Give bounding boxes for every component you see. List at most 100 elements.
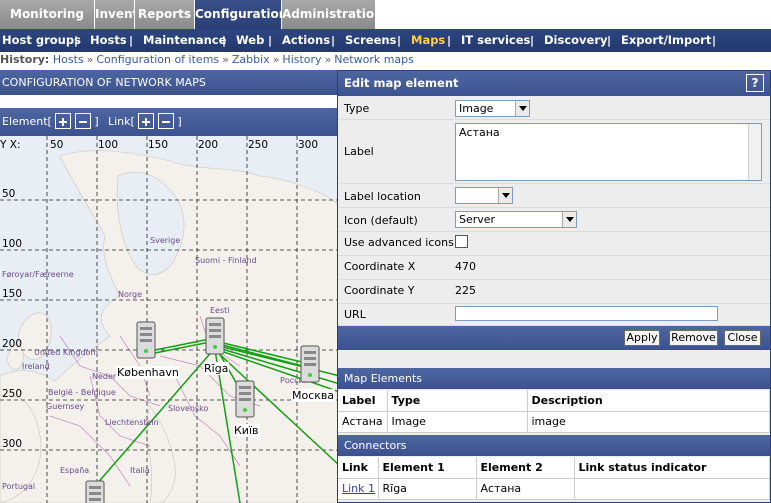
x-tick: 100: [98, 139, 119, 151]
label-location-row: Label location: [338, 184, 770, 208]
place-name: Norge: [118, 290, 143, 299]
menu-separator: |: [129, 34, 134, 47]
menu-discovery[interactable]: Discovery: [544, 29, 608, 52]
add-link-icon[interactable]: [138, 113, 155, 129]
icon-label: Icon (default): [344, 214, 418, 227]
menu-separator: |: [222, 34, 227, 47]
remove-button[interactable]: Remove: [669, 330, 718, 346]
menu-it-services[interactable]: IT services: [461, 29, 530, 52]
close-button[interactable]: Close: [724, 330, 761, 346]
label-textarea[interactable]: Астана: [455, 123, 762, 181]
menu-separator: |: [447, 34, 452, 47]
remove-link-icon[interactable]: [157, 113, 174, 129]
x-tick: 200: [198, 139, 219, 151]
table-cell: [574, 478, 770, 500]
tab-configuration[interactable]: Configuration: [195, 0, 287, 29]
type-label: Type: [344, 102, 370, 115]
menu-maintenance[interactable]: Maintenance: [143, 29, 226, 52]
dialog-button-bar: Apply Remove Close: [338, 326, 770, 350]
server-icon[interactable]: [83, 480, 107, 503]
server-icon[interactable]: [134, 321, 158, 359]
label-label: Label: [344, 145, 374, 158]
help-icon[interactable]: ?: [746, 74, 764, 92]
history-label: History:: [0, 53, 50, 66]
place-name: Eesti: [210, 306, 230, 315]
place-name: United Kingdom: [34, 348, 99, 357]
tab-administration[interactable]: Administration: [282, 0, 383, 29]
place-name: Italia: [130, 466, 150, 475]
server-icon[interactable]: [233, 380, 257, 418]
advanced-icons-checkbox[interactable]: [455, 235, 468, 248]
coord-x-label: Coordinate X: [344, 260, 416, 273]
menu-host-groups[interactable]: Host groups: [2, 29, 81, 52]
column-header: Label: [338, 390, 388, 412]
apply-button[interactable]: Apply: [624, 330, 660, 346]
place-name: España: [60, 466, 90, 475]
map-elements-header: Map Elements: [338, 368, 770, 389]
add-element-icon[interactable]: [55, 113, 72, 129]
place-name: Liechtenstein: [105, 418, 159, 427]
y-tick: 150: [2, 288, 23, 300]
menu-separator: |: [268, 34, 273, 47]
place-name: Portugal: [2, 482, 36, 491]
y-tick: 300: [2, 438, 23, 450]
menu-actions[interactable]: Actions: [282, 29, 330, 52]
column-header: Link status indicator: [574, 457, 770, 479]
coord-x-row: Coordinate X 470: [338, 256, 770, 280]
map-toolbar: Element[ ] Link[ ]: [0, 108, 340, 136]
table-cell: Астана: [476, 478, 575, 500]
url-label: URL: [344, 308, 366, 321]
label-location-select[interactable]: [455, 187, 513, 204]
chevron-down-icon: [562, 212, 576, 227]
remove-element-icon[interactable]: [74, 113, 91, 129]
tab-reports[interactable]: Reports: [135, 0, 195, 29]
menu-screens[interactable]: Screens: [345, 29, 396, 52]
map-elements-table: Label Type Description Астана Image imag…: [338, 390, 770, 433]
icon-row: Icon (default) Server: [338, 208, 770, 232]
tab-monitoring[interactable]: Monitoring: [0, 0, 95, 29]
edit-map-element-dialog: Edit map element ? Type Image Label Аста…: [337, 70, 771, 503]
axis-label: Y X:: [0, 139, 21, 151]
label-location-label: Label location: [344, 190, 421, 203]
menu-export-import[interactable]: Export/Import: [621, 29, 711, 52]
coord-y-row: Coordinate Y 225: [338, 280, 770, 304]
y-tick: 200: [2, 338, 23, 350]
coord-y-label: Coordinate Y: [344, 284, 415, 297]
node-label: København: [116, 366, 180, 379]
table-cell: Rīga: [378, 478, 477, 500]
history-link[interactable]: History: [282, 53, 321, 66]
link-1-link[interactable]: Link 1: [342, 482, 375, 495]
server-icon[interactable]: [203, 317, 227, 355]
network-map[interactable]: Y X: 50 100 150 200 250 300 50 100 150 2…: [0, 136, 340, 503]
node-label: Rīga: [203, 362, 230, 375]
history-link[interactable]: Hosts: [53, 53, 84, 66]
map-canvas: [0, 136, 340, 503]
history-link[interactable]: Configuration of items: [96, 53, 219, 66]
server-icon[interactable]: [298, 345, 322, 383]
scrollbar[interactable]: [748, 124, 761, 180]
table-cell: Астана: [338, 411, 388, 433]
menu-maps[interactable]: Maps: [411, 29, 445, 52]
table-header-row: Link Element 1 Element 2 Link status ind…: [338, 457, 770, 479]
place-name: Slovensko: [168, 404, 209, 413]
menu-hosts[interactable]: Hosts: [90, 29, 127, 52]
link-controls: Link[ ]: [108, 113, 182, 129]
place-name: Føroyar/Færeerne: [2, 270, 74, 279]
url-input[interactable]: [455, 306, 718, 321]
type-row: Type Image: [338, 96, 770, 120]
history-link[interactable]: Zabbix: [232, 53, 270, 66]
place-name: Sverige: [150, 236, 181, 245]
table-header-row: Label Type Description: [338, 390, 770, 412]
tab-inventory[interactable]: Inventory: [95, 0, 160, 29]
table-row[interactable]: Астана Image image: [338, 411, 770, 433]
type-select[interactable]: Image: [455, 100, 530, 117]
menu-web[interactable]: Web: [236, 29, 264, 52]
chevron-down-icon: [498, 188, 512, 203]
place-name: Suomi - Finland: [195, 256, 257, 265]
page-title: CONFIGURATION OF NETWORK MAPS: [0, 70, 340, 95]
sub-menu: Host groups | Hosts | Maintenance | Web …: [0, 29, 771, 52]
dialog-title: Edit map element ?: [338, 71, 770, 96]
history-link[interactable]: Network maps: [334, 53, 414, 66]
node-label: Київ: [233, 424, 260, 437]
icon-select[interactable]: Server: [455, 211, 577, 228]
